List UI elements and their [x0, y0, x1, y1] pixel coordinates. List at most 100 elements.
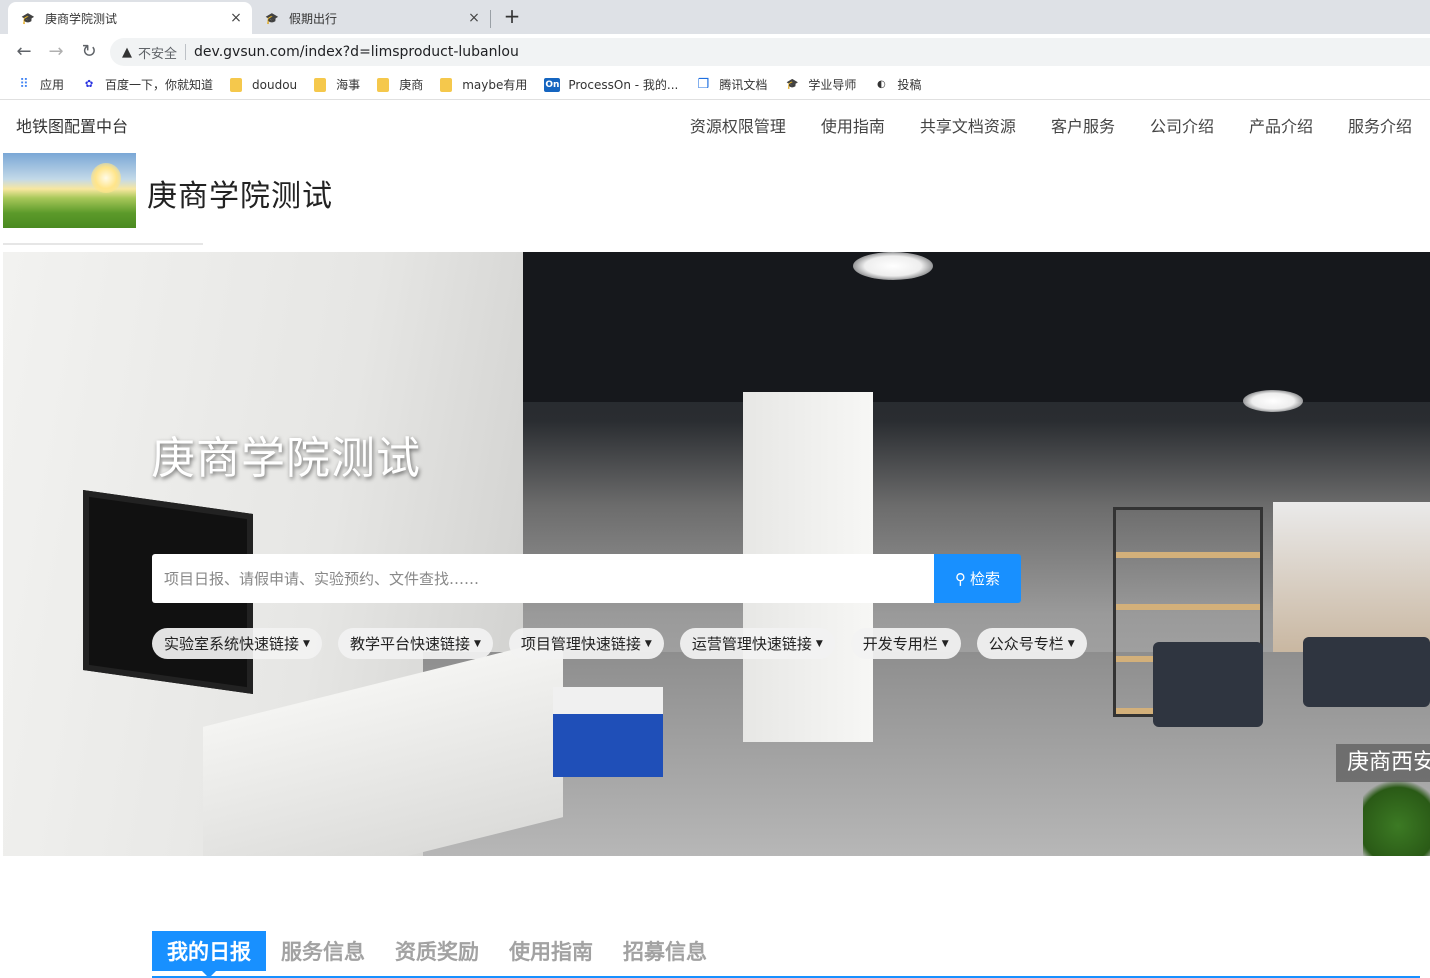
- bookmark-label: maybe有用: [462, 78, 528, 92]
- browser-tab-active[interactable]: 🎓 庚商学院测试 ×: [8, 2, 252, 34]
- bookmark-label: 百度一下，你就知道: [105, 78, 214, 92]
- new-tab-button[interactable]: +: [500, 4, 524, 28]
- bookmark-label: 庚商: [399, 78, 424, 92]
- search-box: [152, 554, 934, 603]
- omnibox-divider: [185, 44, 187, 60]
- bookmark-tutor[interactable]: 🎓 学业导师: [784, 76, 856, 93]
- bookmark-label: 海事: [336, 78, 361, 92]
- hero-sofa: [1153, 642, 1263, 727]
- tab-separator: [490, 10, 491, 28]
- graduation-cap-icon: 🎓: [265, 11, 279, 25]
- hero-caption: 庚商西安: [1336, 744, 1430, 782]
- bookmark-label: 学业导师: [808, 78, 857, 92]
- graduation-cap-icon: 🎓: [21, 11, 35, 25]
- quick-link-label: 项目管理快速链接: [520, 635, 641, 653]
- info-tabs: 我的日报 服务信息 资质奖励 使用指南 招募信息: [152, 931, 1420, 978]
- nav-item-shared-docs[interactable]: 共享文档资源: [920, 113, 1016, 137]
- nav-item-customer-service[interactable]: 客户服务: [1051, 113, 1115, 137]
- bookmark-apps[interactable]: ⠿ 应用: [16, 76, 64, 93]
- bookmark-label: 投稿: [897, 78, 922, 92]
- url-text[interactable]: dev.gvsun.com/index?d=limsproduct-lubanl…: [194, 44, 519, 60]
- bookmark-haishi[interactable]: 海事: [314, 76, 360, 93]
- browser-tab[interactable]: 🎓 假期出行 ×: [252, 2, 490, 34]
- bookmark-processon[interactable]: On ProcessOn - 我的...: [544, 76, 678, 93]
- search-button[interactable]: ⚲ 检索: [934, 554, 1021, 603]
- logo-image[interactable]: [3, 153, 136, 228]
- nav-item-user-guide[interactable]: 使用指南: [821, 113, 885, 137]
- logo-divider: [3, 243, 203, 245]
- folder-icon: [440, 77, 453, 92]
- tab-user-guide[interactable]: 使用指南: [494, 931, 608, 971]
- address-bar[interactable]: ▲ 不安全 dev.gvsun.com/index?d=limsproduct-…: [110, 38, 1430, 66]
- caret-down-icon: ▼: [815, 638, 823, 649]
- graduation-cap-icon: 🎓: [786, 79, 799, 90]
- warning-triangle-icon: ▲: [122, 44, 132, 60]
- tab-qualifications[interactable]: 资质奖励: [380, 931, 494, 971]
- hero-plant: [1363, 772, 1430, 856]
- caret-down-icon: ▼: [1067, 638, 1075, 649]
- quick-link-operations[interactable]: 运营管理快速链接 ▼: [679, 628, 835, 659]
- tab-service-info[interactable]: 服务信息: [266, 931, 380, 971]
- folder-icon: [314, 77, 327, 92]
- processon-icon: On: [544, 77, 561, 92]
- forward-arrow-icon[interactable]: →: [44, 40, 68, 64]
- quick-link-label: 运营管理快速链接: [691, 635, 812, 653]
- site-header: 地铁图配置中台 资源权限管理 使用指南 共享文档资源 客户服务 公司介绍 产品介…: [0, 101, 1430, 147]
- back-arrow-icon[interactable]: ←: [12, 40, 36, 64]
- bookmark-gengshang[interactable]: 庚商: [377, 76, 423, 93]
- reload-icon[interactable]: ↻: [77, 40, 101, 64]
- bookmark-label: ProcessOn - 我的...: [568, 78, 679, 92]
- nav-item-resource-permissions[interactable]: 资源权限管理: [690, 113, 786, 137]
- folder-icon: [377, 77, 390, 92]
- caret-down-icon: ▼: [941, 638, 949, 649]
- tab-recruitment[interactable]: 招募信息: [608, 931, 722, 971]
- hero-mural: [1273, 502, 1430, 652]
- quick-link-developer[interactable]: 开发专用栏 ▼: [850, 628, 961, 659]
- hero-title: 庚商学院测试: [151, 433, 421, 484]
- bookmark-label: 腾讯文档: [719, 78, 768, 92]
- close-tab-icon[interactable]: ×: [464, 10, 484, 26]
- browser-tabstrip: 🎓 庚商学院测试 × 🎓 假期出行 × +: [0, 0, 1430, 34]
- ceiling-lamp: [853, 252, 933, 280]
- nav-item-service-intro[interactable]: 服务介绍: [1348, 113, 1412, 137]
- logo-title: 庚商学院测试: [147, 179, 333, 214]
- quick-link-teaching-platform[interactable]: 教学平台快速链接 ▼: [337, 628, 493, 659]
- quick-link-label: 实验室系统快速链接: [164, 635, 300, 653]
- quick-link-label: 公众号专栏: [988, 635, 1064, 653]
- bookmark-label: doudou: [252, 77, 298, 92]
- bookmark-doudou[interactable]: doudou: [230, 77, 298, 92]
- search-input[interactable]: [152, 554, 934, 603]
- quick-link-lab-system[interactable]: 实验室系统快速链接 ▼: [152, 628, 322, 659]
- search-icon: ⚲: [954, 569, 966, 588]
- site-brand[interactable]: 地铁图配置中台: [16, 113, 128, 137]
- hero-banner: 庚商学院测试 ⚲ 检索 实验室系统快速链接 ▼ 教学平台快速链接 ▼ 项目管理快…: [3, 252, 1430, 856]
- hero-machine: [553, 687, 663, 777]
- bookmarks-bar: ⠿ 应用 ✿ 百度一下，你就知道 doudou 海事 庚商 maybe有用 On…: [0, 70, 1430, 100]
- baidu-paw-icon: ✿: [84, 79, 94, 90]
- tab-my-daily-report[interactable]: 我的日报: [152, 931, 266, 978]
- tencent-docs-icon: ❒: [697, 77, 710, 92]
- caret-down-icon: ▼: [473, 638, 481, 649]
- bookmark-label: 应用: [40, 78, 65, 92]
- quick-link-project-management[interactable]: 项目管理快速链接 ▼: [508, 628, 664, 659]
- nav-item-product-intro[interactable]: 产品介绍: [1249, 113, 1313, 137]
- top-navigation: 资源权限管理 使用指南 共享文档资源 客户服务 公司介绍 产品介绍 服务介绍: [690, 113, 1412, 137]
- ceiling-lamp: [1243, 390, 1303, 412]
- search-button-label: 检索: [969, 570, 1000, 588]
- hero-sofa: [1303, 637, 1430, 707]
- nav-item-company-intro[interactable]: 公司介绍: [1150, 113, 1214, 137]
- globe-icon: ◐: [877, 79, 886, 90]
- quick-link-label: 教学平台快速链接: [349, 635, 470, 653]
- quick-links: 实验室系统快速链接 ▼ 教学平台快速链接 ▼ 项目管理快速链接 ▼ 运营管理快速…: [152, 628, 1103, 659]
- bookmark-maybe[interactable]: maybe有用: [440, 76, 527, 93]
- close-tab-icon[interactable]: ×: [226, 10, 246, 26]
- bookmark-submit[interactable]: ◐ 投稿: [873, 76, 921, 93]
- bookmark-tencent-docs[interactable]: ❒ 腾讯文档: [695, 76, 768, 93]
- logo-block: 庚商学院测试: [3, 153, 403, 245]
- security-label: 不安全: [138, 46, 178, 62]
- apps-grid-icon: ⠿: [19, 77, 29, 92]
- browser-tab-title: 庚商学院测试: [45, 11, 118, 26]
- folder-icon: [230, 77, 243, 92]
- bookmark-baidu[interactable]: ✿ 百度一下，你就知道: [81, 76, 213, 93]
- quick-link-official-account[interactable]: 公众号专栏 ▼: [976, 628, 1087, 659]
